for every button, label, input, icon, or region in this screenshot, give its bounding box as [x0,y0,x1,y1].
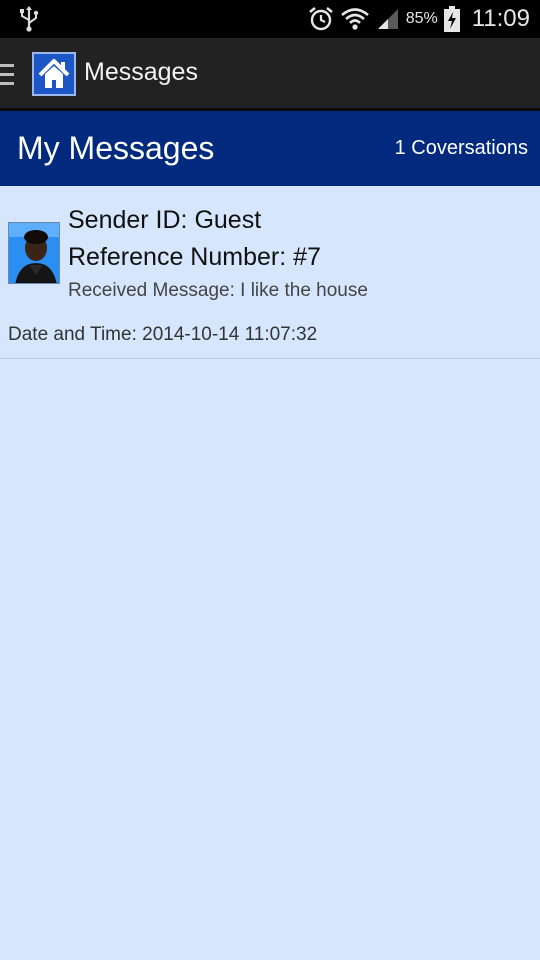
signal-icon [377,9,398,29]
battery-charging-icon [443,6,460,32]
sender-id: Sender ID: Guest [68,206,262,234]
home-icon[interactable] [32,52,76,96]
battery-percent: 85% [405,10,438,27]
conversation-count: 1 Coversations [394,137,528,159]
user-avatar [8,222,60,284]
wifi-icon [340,8,369,30]
message-list-item[interactable]: Sender ID: Guest Reference Number: #7 Re… [0,186,540,359]
page-title: My Messages [17,130,215,166]
alarm-icon [308,6,333,31]
status-icons: 85% 11:09 [308,0,530,38]
action-bar-title: Messages [84,58,198,86]
status-clock: 11:09 [471,5,530,32]
reference-number: Reference Number: #7 [68,243,321,271]
usb-icon [20,6,39,32]
status-bar: 85% 11:09 [0,0,540,38]
received-message: Received Message: I like the house [68,280,368,301]
action-bar: Messages [0,38,540,108]
messages-header: My Messages 1 Coversations [0,111,540,186]
message-datetime: Date and Time: 2014-10-14 11:07:32 [8,324,318,345]
drawer-menu-icon[interactable] [0,64,14,86]
